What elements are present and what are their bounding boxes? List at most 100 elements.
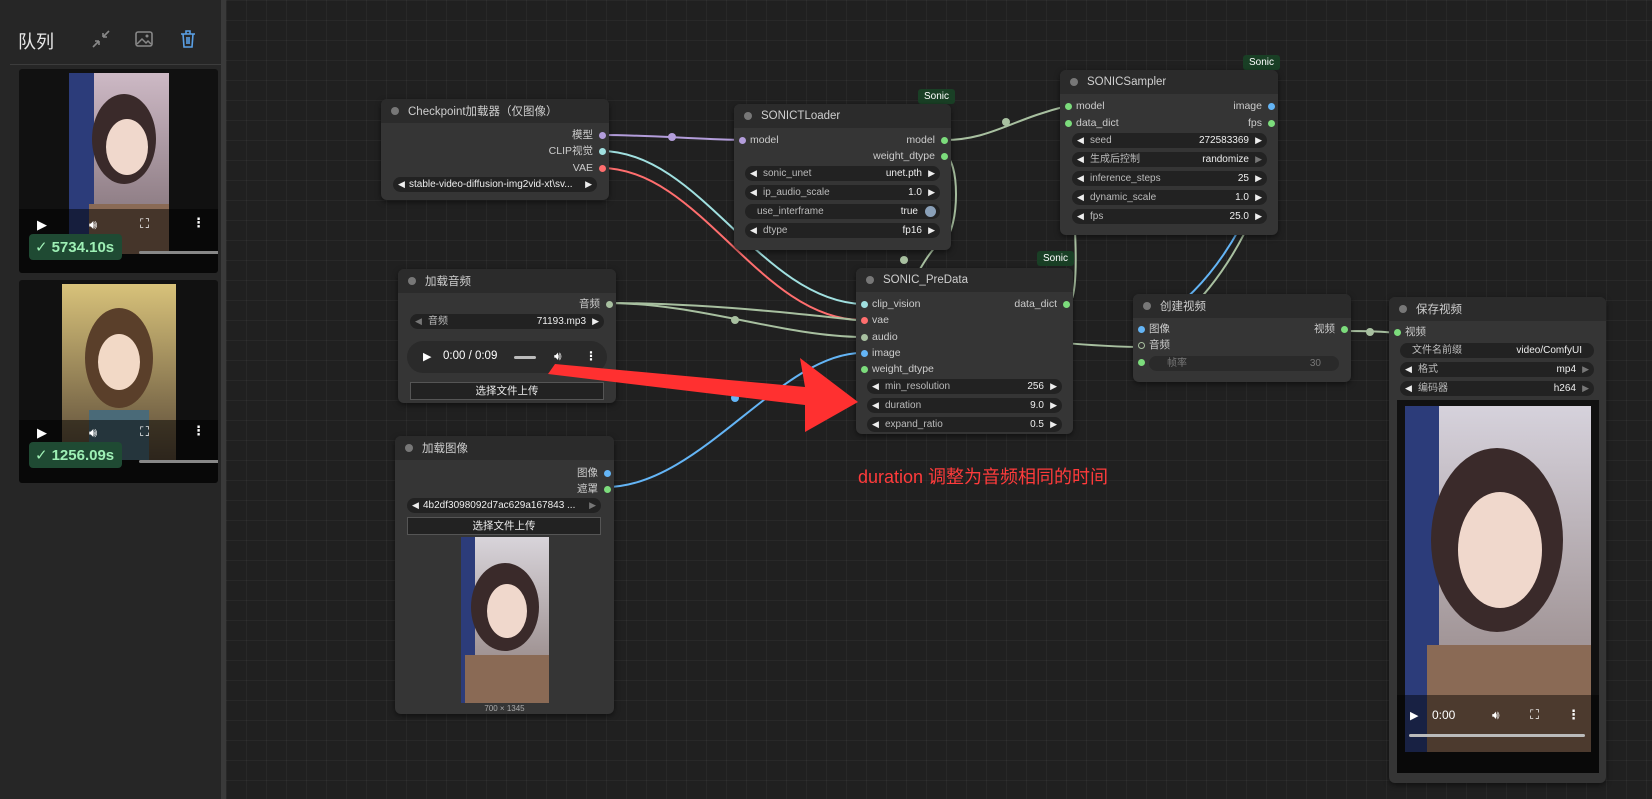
widget-image-file[interactable]: ◀ 4b2df3098092d7ac629a167843 ... ▶ [407, 498, 601, 513]
widget-ip-audio-scale[interactable]: ◀ ip_audio_scale 1.0 ▶ [745, 185, 940, 200]
more-icon[interactable]: ⋮ [192, 423, 205, 439]
input-pin-data-dict[interactable] [1065, 120, 1072, 127]
widget-audio-file[interactable]: ◀ 音频 71193.mp3 ▶ [410, 314, 604, 329]
node-sonicsampler[interactable]: SONICSampler model data_dict image fps ◀… [1060, 70, 1278, 235]
node-sonictloader[interactable]: SONICTLoader model model weight_dtype ◀ s… [734, 104, 951, 250]
output-label: model [906, 134, 935, 146]
output-pin-image[interactable] [1268, 103, 1275, 110]
node-title: 加载图像 [422, 443, 468, 455]
output-pin-image[interactable] [604, 470, 611, 477]
play-icon[interactable]: ▶ [37, 425, 47, 441]
trash-icon[interactable] [175, 26, 201, 52]
input-pin-vae[interactable] [861, 317, 868, 324]
widget-dtype[interactable]: ◀ dtype fp16 ▶ [745, 223, 940, 238]
collapse-dot[interactable] [408, 277, 416, 285]
collapse-icon[interactable] [88, 26, 114, 52]
widget-seed[interactable]: ◀ seed 272583369 ▶ [1072, 133, 1267, 148]
output-pin-model[interactable] [599, 132, 606, 139]
volume-icon[interactable]: 🔊︎ [554, 349, 562, 364]
collapse-dot[interactable] [744, 112, 752, 120]
sonic-badge: Sonic [1037, 251, 1075, 266]
input-pin-model[interactable] [739, 137, 746, 144]
input-pin-audio[interactable] [1138, 342, 1145, 349]
toggle-icon[interactable] [925, 206, 936, 217]
node-title: 保存视频 [1416, 304, 1462, 316]
output-pin-weight-dtype[interactable] [941, 153, 948, 160]
more-icon[interactable]: ⋮ [585, 349, 597, 363]
node-create-video[interactable]: 创建视频 图像 音频 视频 帧率 30 [1133, 294, 1351, 382]
seek-bar[interactable] [514, 356, 536, 359]
output-pin-data-dict[interactable] [1063, 301, 1070, 308]
collapse-dot[interactable] [391, 107, 399, 115]
volume-icon[interactable]: 🔊︎ [89, 425, 97, 441]
queue-item[interactable]: ▶ 🔊︎ ⛶ ⋮ ✓ 5734.10s [19, 69, 218, 273]
output-pin-audio[interactable] [606, 301, 613, 308]
input-label: vae [872, 314, 889, 326]
widget-sonic-unet[interactable]: ◀ sonic_unet unet.pth ▶ [745, 166, 940, 181]
output-label: weight_dtype [873, 150, 935, 162]
progress-bar[interactable] [139, 460, 218, 463]
collapse-dot[interactable] [1143, 302, 1151, 310]
widget-fps[interactable]: ◀ fps 25.0 ▶ [1072, 209, 1267, 224]
widget-format[interactable]: ◀ 格式 mp4 ▶ [1400, 362, 1594, 377]
input-pin-clip-vision[interactable] [861, 301, 868, 308]
widget-use-interframe[interactable]: use_interframe true [745, 204, 940, 219]
node-save-video[interactable]: 保存视频 视频 文件名前缀 video/ComfyUI ◀ 格式 mp4 ▶ ◀ 编码器 h… [1389, 297, 1606, 783]
play-icon[interactable]: ▶ [37, 217, 47, 233]
upload-button[interactable]: 选择文件上传 [407, 517, 601, 535]
play-icon[interactable]: ▶ [1410, 709, 1418, 722]
widget-codec[interactable]: ◀ 编码器 h264 ▶ [1400, 381, 1594, 396]
seek-bar[interactable] [1409, 734, 1585, 737]
widget-dynamic-scale[interactable]: ◀ dynamic_scale 1.0 ▶ [1072, 190, 1267, 205]
progress-bar[interactable] [139, 251, 218, 254]
widget-min-resolution[interactable]: ◀ min_resolution 256 ▶ [867, 379, 1062, 394]
node-load-audio[interactable]: 加载音频 音频 ◀ 音频 71193.mp3 ▶ ▶ 0:00 / 0:09 🔊︎ ⋮… [398, 269, 616, 403]
input-pin-weight-dtype[interactable] [861, 366, 868, 373]
widget-filename-prefix[interactable]: 文件名前缀 video/ComfyUI [1400, 343, 1594, 358]
input-pin-video[interactable] [1394, 329, 1401, 336]
more-icon[interactable]: ⋮ [1567, 707, 1580, 723]
volume-icon[interactable]: 🔊︎ [1492, 708, 1500, 723]
input-pin-image[interactable] [861, 350, 868, 357]
fullscreen-icon[interactable]: ⛶ [1530, 707, 1539, 723]
output-label: fps [1247, 117, 1262, 129]
more-icon[interactable]: ⋮ [192, 215, 205, 231]
output-pin-fps[interactable] [1268, 120, 1275, 127]
upload-button[interactable]: 选择文件上传 [410, 382, 604, 400]
output-pin-model[interactable] [941, 137, 948, 144]
image-icon[interactable] [131, 26, 157, 52]
audio-player[interactable]: ▶ 0:00 / 0:09 🔊︎ ⋮ [407, 341, 607, 373]
node-title: SONICSampler [1087, 76, 1167, 88]
fullscreen-icon[interactable]: ⛶ [140, 424, 149, 440]
ckpt-name-combo[interactable]: ◀ stable-video-diffusion-img2vid-xt\sv...… [393, 177, 597, 192]
output-pin-mask[interactable] [604, 486, 611, 493]
collapse-dot[interactable] [1399, 305, 1407, 313]
widget-inference-steps[interactable]: ◀ inference_steps 25 ▶ [1072, 171, 1267, 186]
annotation-text: duration 调整为音频相同的时间 [858, 467, 1109, 487]
collapse-dot[interactable] [405, 444, 413, 452]
output-pin-vae[interactable] [599, 165, 606, 172]
input-pin-audio[interactable] [861, 334, 868, 341]
collapse-dot[interactable] [866, 276, 874, 284]
input-pin-fps[interactable] [1138, 359, 1145, 366]
fullscreen-icon[interactable]: ⛶ [140, 216, 149, 232]
play-icon[interactable]: ▶ [423, 350, 431, 363]
node-load-image[interactable]: 加载图像 图像 遮罩 ◀ 4b2df3098092d7ac629a167843 .… [395, 436, 614, 714]
input-pin-image[interactable] [1138, 326, 1145, 333]
input-label: model [1076, 100, 1105, 112]
queue-item[interactable]: ▶ 🔊︎ ⛶ ⋮ ✓ 1256.09s [19, 280, 218, 483]
node-title: SONIC_PreData [883, 274, 969, 286]
output-pin-video[interactable] [1341, 326, 1348, 333]
video-player[interactable]: ▶ 0:00 🔊︎ ⛶ ⋮ [1397, 400, 1599, 773]
output-pin-clip[interactable] [599, 148, 606, 155]
widget-duration[interactable]: ◀ duration 9.0 ▶ [867, 398, 1062, 413]
widget-expand-ratio[interactable]: ◀ expand_ratio 0.5 ▶ [867, 417, 1062, 432]
input-pin-model[interactable] [1065, 103, 1072, 110]
status-badge: ✓ 1256.09s [29, 442, 123, 468]
output-label: data_dict [1014, 298, 1057, 310]
node-sonic-predata[interactable]: SONIC_PreData clip_vision vae audio imag… [856, 268, 1073, 434]
node-checkpoint-loader[interactable]: Checkpoint加载器（仅图像） 模型 CLIP视觉 VAE ◀ stable… [381, 99, 609, 200]
widget-control-after-generate[interactable]: ◀ 生成后控制 randomize ▶ [1072, 152, 1267, 167]
volume-icon[interactable]: 🔊︎ [89, 217, 97, 233]
collapse-dot[interactable] [1070, 78, 1078, 86]
